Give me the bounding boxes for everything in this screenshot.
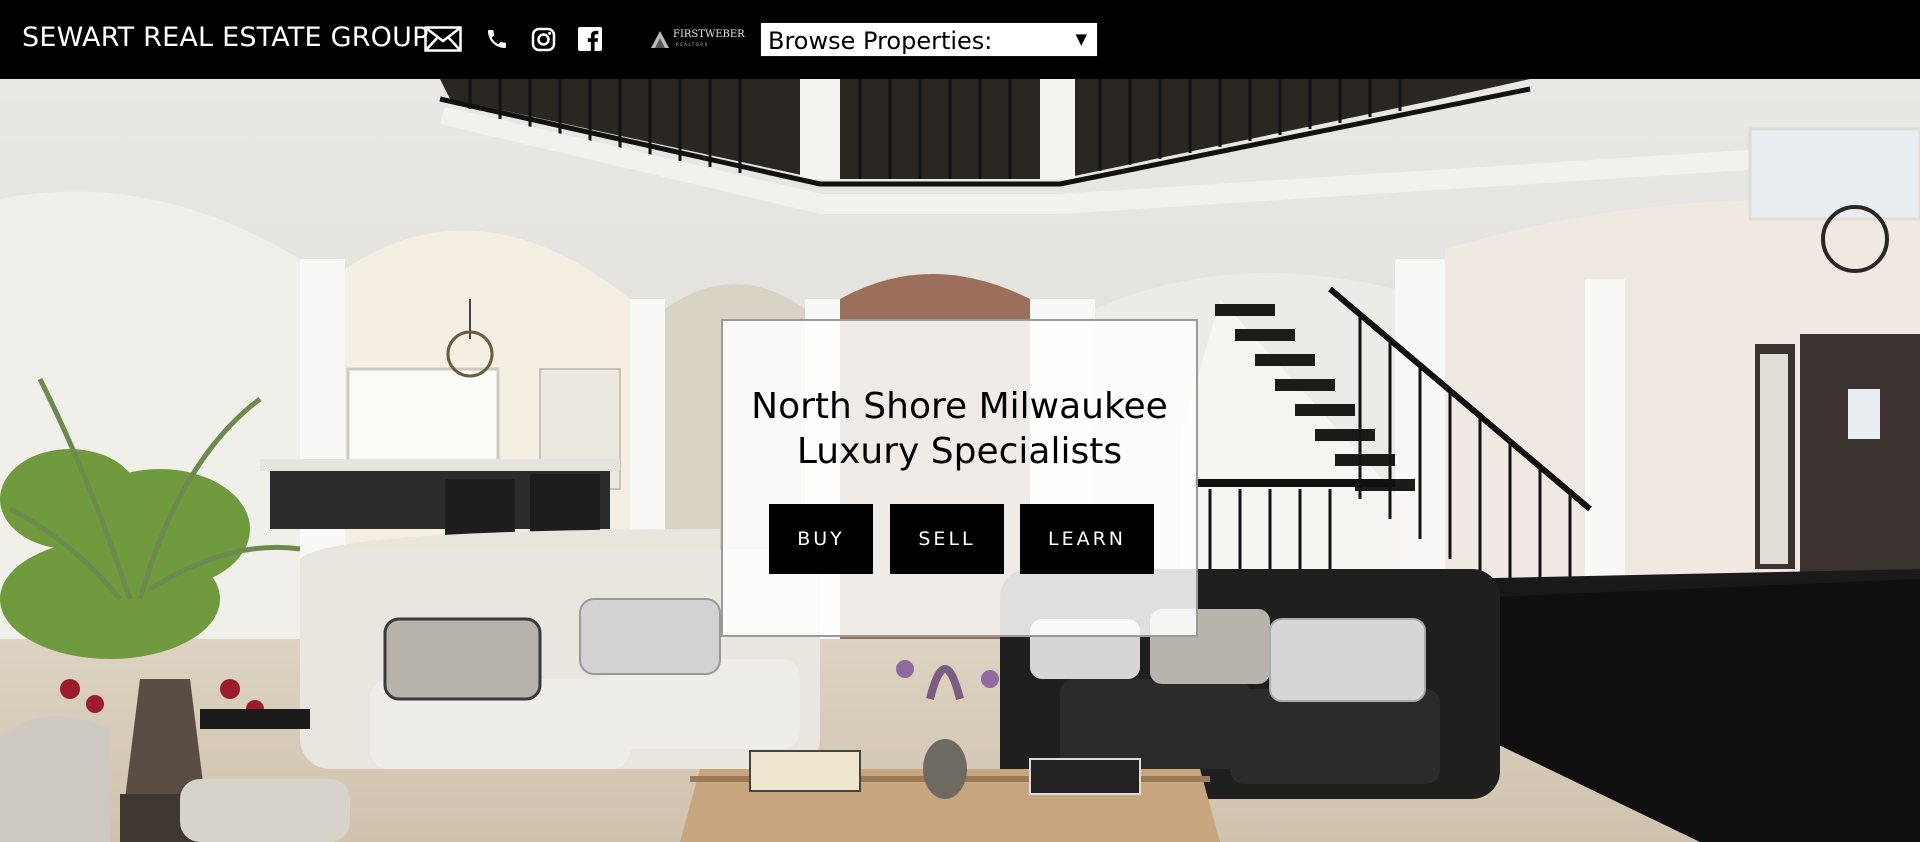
partner-logo-subtext: REALTORS [676, 42, 709, 47]
hero-title: North Shore Milwaukee Luxury Specialists [723, 384, 1196, 474]
partner-logo-text: FIRSTWEBER [673, 29, 745, 40]
hero-overlay-card: North Shore Milwaukee Luxury Specialists… [721, 319, 1198, 637]
chevron-down-icon: ▼ [1075, 30, 1087, 48]
site-brand[interactable]: SEWART REAL ESTATE GROUP [22, 22, 429, 53]
hero-title-line-2: Luxury Specialists [796, 431, 1123, 472]
top-navigation-bar: SEWART REAL ESTATE GROUP FIRSTWEBER REAL… [0, 0, 1920, 79]
mail-icon[interactable] [424, 23, 462, 55]
first-weber-logo[interactable]: FIRSTWEBER REALTORS [649, 28, 745, 50]
instagram-icon[interactable] [530, 23, 556, 55]
browse-properties-label: Browse Properties: [768, 27, 993, 55]
hero-title-line-1: North Shore Milwaukee [751, 386, 1168, 427]
sell-button[interactable]: SELL [890, 504, 1004, 574]
phone-icon[interactable] [485, 23, 509, 55]
buy-button[interactable]: BUY [769, 504, 873, 574]
browse-properties-select[interactable]: Browse Properties: ▼ [760, 22, 1098, 57]
first-weber-emblem-icon [651, 31, 669, 48]
learn-button[interactable]: LEARN [1020, 504, 1154, 574]
facebook-icon[interactable] [577, 23, 603, 55]
